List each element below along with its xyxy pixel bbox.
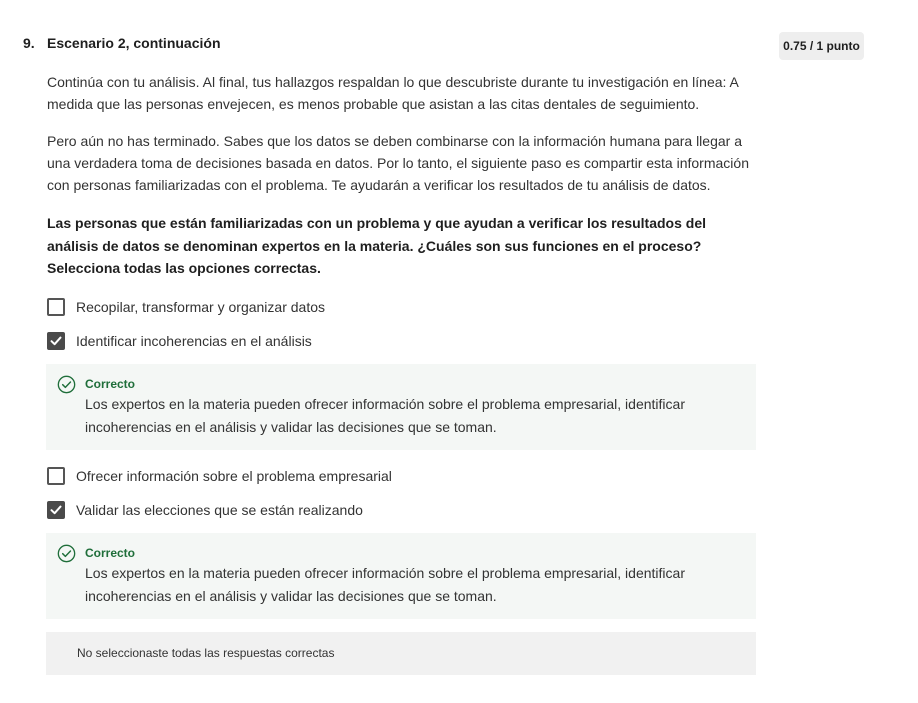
checkbox-checked[interactable] bbox=[47, 332, 65, 350]
option-validar[interactable]: Validar las elecciones que se están real… bbox=[47, 500, 363, 520]
option-label: Recopilar, transformar y organizar datos bbox=[76, 299, 325, 315]
question-number: 9. bbox=[23, 35, 35, 51]
result-summary: No seleccionaste todas las respuestas co… bbox=[46, 632, 756, 675]
checkmark-icon bbox=[50, 336, 62, 346]
checkbox-checked[interactable] bbox=[47, 501, 65, 519]
option-label: Validar las elecciones que se están real… bbox=[76, 502, 363, 518]
score-badge: 0.75 / 1 punto bbox=[779, 32, 864, 60]
checkbox[interactable] bbox=[47, 467, 65, 485]
feedback-text: Los expertos en la materia pueden ofrece… bbox=[85, 565, 685, 604]
feedback-correct: Correcto Los expertos en la materia pued… bbox=[46, 364, 756, 450]
check-circle-icon bbox=[57, 544, 76, 563]
feedback-title: Correcto bbox=[85, 377, 136, 391]
feedback-text: Los expertos en la materia pueden ofrece… bbox=[85, 396, 685, 435]
option-label: Ofrecer información sobre el problema em… bbox=[76, 468, 392, 484]
feedback-correct: Correcto Los expertos en la materia pued… bbox=[46, 533, 756, 619]
question-paragraph: Continúa con tu análisis. Al final, tus … bbox=[47, 74, 739, 112]
option-label: Identificar incoherencias en el análisis bbox=[76, 333, 312, 349]
option-recopilar[interactable]: Recopilar, transformar y organizar datos bbox=[47, 297, 325, 317]
question-title: Escenario 2, continuación bbox=[47, 35, 221, 51]
option-identificar[interactable]: Identificar incoherencias en el análisis bbox=[47, 331, 312, 351]
question-prompt: Las personas que están familiarizadas co… bbox=[47, 215, 706, 276]
checkbox[interactable] bbox=[47, 298, 65, 316]
summary-text: No seleccionaste todas las respuestas co… bbox=[77, 646, 335, 660]
option-ofrecer[interactable]: Ofrecer información sobre el problema em… bbox=[47, 466, 392, 486]
question-paragraph: Pero aún no has terminado. Sabes que los… bbox=[47, 133, 749, 193]
checkmark-icon bbox=[50, 505, 62, 515]
check-circle-icon bbox=[57, 375, 76, 394]
feedback-title: Correcto bbox=[85, 546, 136, 560]
